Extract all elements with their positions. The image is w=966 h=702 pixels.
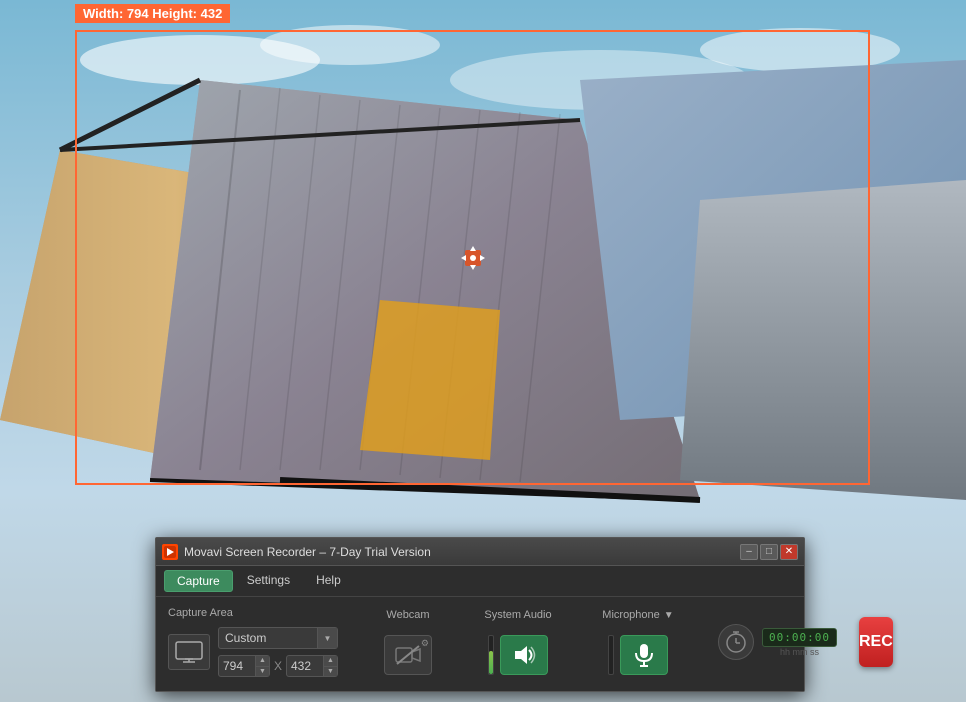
capture-screen-button[interactable] (168, 634, 210, 670)
capture-selection-box[interactable]: Width: 794 Height: 432 (75, 30, 870, 485)
title-bar-left: Movavi Screen Recorder – 7-Day Trial Ver… (162, 544, 431, 560)
capture-right-controls: Custom ▼ 794 ▲ ▼ X 432 (218, 627, 338, 677)
system-audio-section: System Audio (478, 609, 558, 675)
height-up[interactable]: ▲ (324, 656, 337, 667)
capture-area-label: Capture Area (168, 607, 338, 619)
width-value: 794 (219, 659, 255, 673)
width-up[interactable]: ▲ (256, 656, 269, 667)
x-separator: X (274, 659, 282, 673)
capture-area-section: Capture Area Custom ▼ (168, 607, 338, 677)
height-value: 432 (287, 659, 323, 673)
preset-value: Custom (219, 631, 317, 645)
system-audio-label: System Audio (484, 609, 551, 621)
recorder-window: Movavi Screen Recorder – 7-Day Trial Ver… (155, 537, 805, 692)
webcam-section: Webcam ⚙ (378, 609, 438, 675)
capture-controls: Custom ▼ 794 ▲ ▼ X 432 (168, 627, 338, 677)
menu-bar: Capture Settings Help (156, 566, 804, 597)
height-spinners: ▲ ▼ (323, 656, 337, 676)
close-button[interactable]: ✕ (780, 544, 798, 560)
timer-sub-label: hh mm ss (780, 647, 819, 657)
width-spinners: ▲ ▼ (255, 656, 269, 676)
microphone-label: Microphone (602, 609, 659, 621)
preset-dropdown[interactable]: Custom ▼ (218, 627, 338, 649)
webcam-settings-gear[interactable]: ⚙ (421, 638, 429, 649)
height-down[interactable]: ▼ (324, 667, 337, 677)
preset-dropdown-arrow: ▼ (317, 628, 337, 648)
microphone-dropdown-arrow[interactable]: ▼ (664, 610, 674, 621)
audio-level-bar (488, 635, 494, 675)
menu-item-capture[interactable]: Capture (164, 570, 233, 592)
size-row: 794 ▲ ▼ X 432 ▲ ▼ (218, 655, 338, 677)
app-icon (162, 544, 178, 560)
timer-rec-section: 00:00:00 hh mm ss (718, 624, 837, 660)
minimize-button[interactable]: – (740, 544, 758, 560)
timer-display: 00:00:00 (762, 628, 837, 647)
mic-label-row: Microphone ▼ (602, 609, 673, 621)
maximize-button[interactable]: □ (760, 544, 778, 560)
rec-button[interactable]: REC (859, 617, 893, 667)
mic-level-bar (608, 635, 614, 675)
audio-level-fill (489, 651, 493, 674)
window-controls: – □ ✕ (740, 544, 798, 560)
webcam-button[interactable]: ⚙ (384, 635, 432, 675)
timer-clock-button[interactable] (718, 624, 754, 660)
title-bar: Movavi Screen Recorder – 7-Day Trial Ver… (156, 538, 804, 566)
main-panel: Capture Area Custom ▼ (156, 597, 804, 691)
system-audio-button[interactable] (500, 635, 548, 675)
microphone-button[interactable] (620, 635, 668, 675)
width-input[interactable]: 794 ▲ ▼ (218, 655, 270, 677)
microphone-section: Microphone ▼ (598, 609, 678, 675)
width-down[interactable]: ▼ (256, 667, 269, 677)
menu-item-help[interactable]: Help (304, 570, 353, 592)
capture-dimensions-label: Width: 794 Height: 432 (75, 4, 230, 23)
move-cursor-icon[interactable] (457, 242, 489, 274)
window-title: Movavi Screen Recorder – 7-Day Trial Ver… (184, 545, 431, 559)
menu-item-settings[interactable]: Settings (235, 570, 302, 592)
height-input[interactable]: 432 ▲ ▼ (286, 655, 338, 677)
webcam-label: Webcam (386, 609, 429, 621)
